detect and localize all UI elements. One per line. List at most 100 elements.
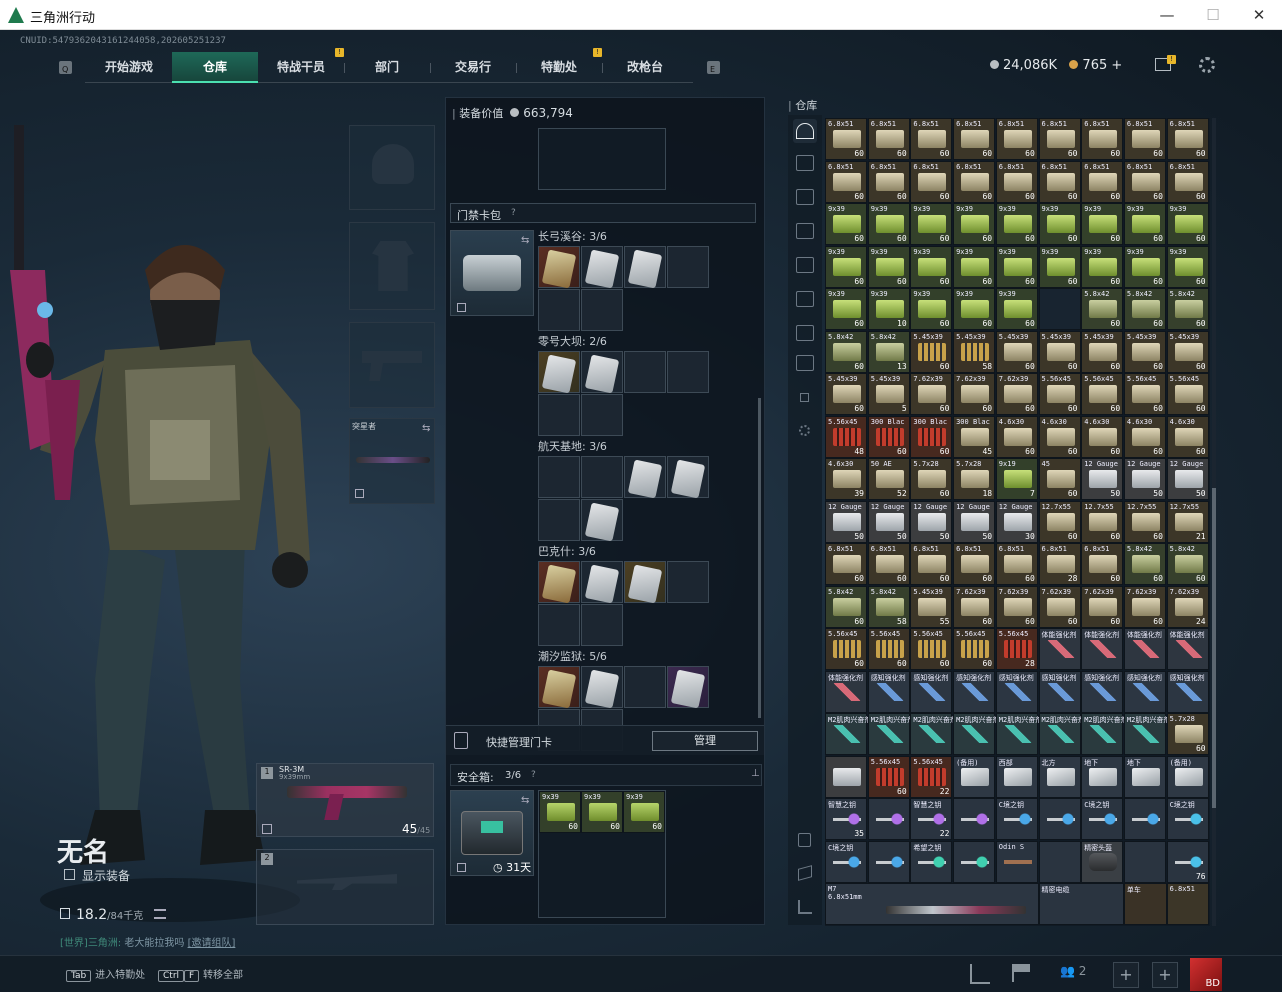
keycard-slot[interactable] xyxy=(581,456,623,498)
manage-button[interactable]: 管理 xyxy=(652,731,758,751)
tab-1[interactable]: 仓库 xyxy=(172,52,258,83)
stash-item[interactable] xyxy=(1123,798,1166,840)
keycard-slot[interactable] xyxy=(667,246,709,288)
stash-item[interactable]: 感知强化剂 xyxy=(910,670,953,713)
transfer-all-hotkey[interactable]: Ctrl F 转移全部 xyxy=(158,966,243,982)
stash-item[interactable]: 5.7x28 60 xyxy=(910,458,953,500)
stash-item[interactable]: 感知强化剂 xyxy=(867,670,910,713)
stash-item[interactable]: 6.8x51 60 xyxy=(995,118,1038,160)
tab-3[interactable]: 部门 xyxy=(344,52,430,83)
stash-item[interactable]: 9x39 60 xyxy=(953,245,996,288)
swap-icon[interactable]: ⇆ xyxy=(521,235,529,246)
add-teammate-button[interactable]: + xyxy=(1152,962,1178,988)
keycard-slot[interactable] xyxy=(581,351,623,394)
stash-item[interactable]: 北方 xyxy=(1038,755,1081,798)
keycard-slot[interactable] xyxy=(624,561,666,604)
stash-item[interactable]: 感知强化剂 xyxy=(1123,670,1166,713)
stash-item[interactable]: 4.6x30 60 xyxy=(1081,415,1124,458)
armor-slot[interactable] xyxy=(349,222,435,310)
stash-item[interactable]: 6.8x51 60 xyxy=(1081,160,1124,203)
stash-item[interactable] xyxy=(1038,840,1081,883)
stash-item[interactable]: 5.56x45 48 xyxy=(825,415,867,458)
stash-item[interactable]: M2肌肉兴奋剂 xyxy=(1081,713,1128,755)
stash-item[interactable]: 地下 xyxy=(1081,755,1124,798)
stash-item[interactable] xyxy=(825,755,867,798)
stash-item[interactable]: (备用) xyxy=(1166,755,1209,798)
stash-item[interactable]: 6.8x51 60 xyxy=(995,543,1038,585)
safebox-case[interactable]: ⇆ ◷ 31天 xyxy=(450,790,534,876)
stash-item[interactable]: 5.56x45 60 xyxy=(1038,373,1081,415)
stash-item[interactable]: 45 60 xyxy=(1038,458,1081,500)
stash-item[interactable]: 6.8x51 60 xyxy=(953,543,996,585)
stash-item[interactable]: 6.8x51 60 xyxy=(910,118,953,160)
stash-item[interactable]: 5.45x39 60 xyxy=(1038,330,1081,373)
stash-item[interactable]: 5.56x45 60 xyxy=(1166,373,1209,415)
stash-item[interactable]: 9x39 10 xyxy=(867,288,910,330)
pin-icon[interactable]: ⊥ xyxy=(751,768,760,779)
stash-item[interactable]: 6.8x51 60 xyxy=(1166,160,1209,203)
stash-home-tab[interactable] xyxy=(793,119,817,143)
layers-icon[interactable] xyxy=(798,865,812,881)
scrollbar[interactable] xyxy=(758,398,761,718)
stash-item[interactable]: 单车 xyxy=(1123,883,1167,925)
safebox-ammo-item[interactable]: 9x39 60 xyxy=(539,791,581,833)
stash-item[interactable]: 12 Gauge 50 xyxy=(1081,458,1124,500)
stash-item[interactable] xyxy=(953,840,996,883)
settings-gear-icon[interactable] xyxy=(1199,57,1215,73)
stash-item[interactable]: 精密电缆 xyxy=(1038,883,1124,925)
tab-2[interactable]: 特战干员 xyxy=(258,52,344,83)
stash-item[interactable] xyxy=(867,798,910,840)
team-count[interactable]: 👥 2 xyxy=(1060,964,1086,978)
stash-item[interactable]: 76 xyxy=(1166,840,1209,883)
primary-weapon-slot[interactable]: 1 SR-3M 9x39mm 45/45 xyxy=(256,763,434,837)
keycard-slot[interactable] xyxy=(581,289,623,331)
stash-item[interactable]: 感知强化剂 xyxy=(953,670,996,713)
stash-item[interactable]: 5.45x39 60 xyxy=(1166,330,1209,373)
stash-item[interactable]: 6.8x51 60 xyxy=(825,543,867,585)
keycard-slot[interactable] xyxy=(538,604,580,646)
stash-tab-icon[interactable] xyxy=(796,223,814,239)
stash-item[interactable]: 5.45x39 60 xyxy=(825,373,867,415)
stash-item[interactable]: 感知强化剂 xyxy=(1081,670,1124,713)
stash-item[interactable]: 7.62x39 60 xyxy=(910,373,953,415)
keycard-slot[interactable] xyxy=(667,561,709,603)
keycard-slot[interactable] xyxy=(538,456,580,498)
keycard-slot[interactable] xyxy=(538,666,580,709)
stash-item[interactable]: 9x39 60 xyxy=(910,288,953,330)
stash-item[interactable]: 9x39 60 xyxy=(1081,203,1124,245)
safebox-ammo-item[interactable]: 9x39 60 xyxy=(581,791,623,833)
stash-item[interactable]: 感知强化剂 xyxy=(1038,670,1081,713)
stash-item[interactable]: 7.62x39 24 xyxy=(1166,585,1209,628)
stash-item[interactable]: 6.8x51 60 xyxy=(867,118,910,160)
stash-item[interactable]: 7.62x39 60 xyxy=(953,585,996,628)
melee-slot[interactable]: 突星者 ⇆ xyxy=(349,418,435,504)
stash-item[interactable]: 50 AE 52 xyxy=(867,458,910,500)
stash-item[interactable]: 地下 xyxy=(1123,755,1166,798)
stash-item[interactable]: 5.8x42 13 xyxy=(867,330,910,373)
stash-item[interactable]: 6.8x51 60 xyxy=(953,160,996,203)
stash-item[interactable]: 体能强化剂 xyxy=(1166,628,1209,670)
keycard-slot[interactable] xyxy=(667,456,709,499)
safebox-grid[interactable]: 9x39 60 9x39 60 9x39 60 xyxy=(538,790,666,918)
stash-item[interactable]: 5.56x45 60 xyxy=(1081,373,1124,415)
stash-item[interactable]: 6.8x51 60 xyxy=(1166,118,1209,160)
tab-5[interactable]: 特勤处 xyxy=(516,52,602,83)
stash-item[interactable]: C境之钥 xyxy=(1081,798,1124,840)
keycard-slot[interactable] xyxy=(624,351,666,393)
stash-item[interactable]: 300 Blac 45 xyxy=(953,415,996,458)
stash-item[interactable]: 5.8x42 60 xyxy=(1081,288,1124,330)
stash-item[interactable]: 7.62x39 60 xyxy=(995,585,1038,628)
stash-item[interactable]: C境之钥 xyxy=(1166,798,1209,840)
stash-item[interactable]: (备用) xyxy=(953,755,996,798)
keycard-slot[interactable] xyxy=(538,289,580,331)
stash-item[interactable]: 5.8x42 60 xyxy=(1123,543,1166,585)
stash-item[interactable]: 5.45x39 5 xyxy=(867,373,910,415)
show-equipment-checkbox[interactable] xyxy=(64,869,75,880)
stash-tab-icon[interactable] xyxy=(796,291,814,307)
stash-item[interactable]: 5.56x45 60 xyxy=(867,628,910,670)
stash-item[interactable]: Odin S xyxy=(995,840,1038,883)
stash-item[interactable]: 12 Gauge 50 xyxy=(867,500,910,543)
stash-item[interactable]: 9x39 60 xyxy=(1123,203,1166,245)
stash-item[interactable]: 9x39 60 xyxy=(995,288,1038,330)
stash-item[interactable]: 6.8x51 60 xyxy=(1123,160,1166,203)
